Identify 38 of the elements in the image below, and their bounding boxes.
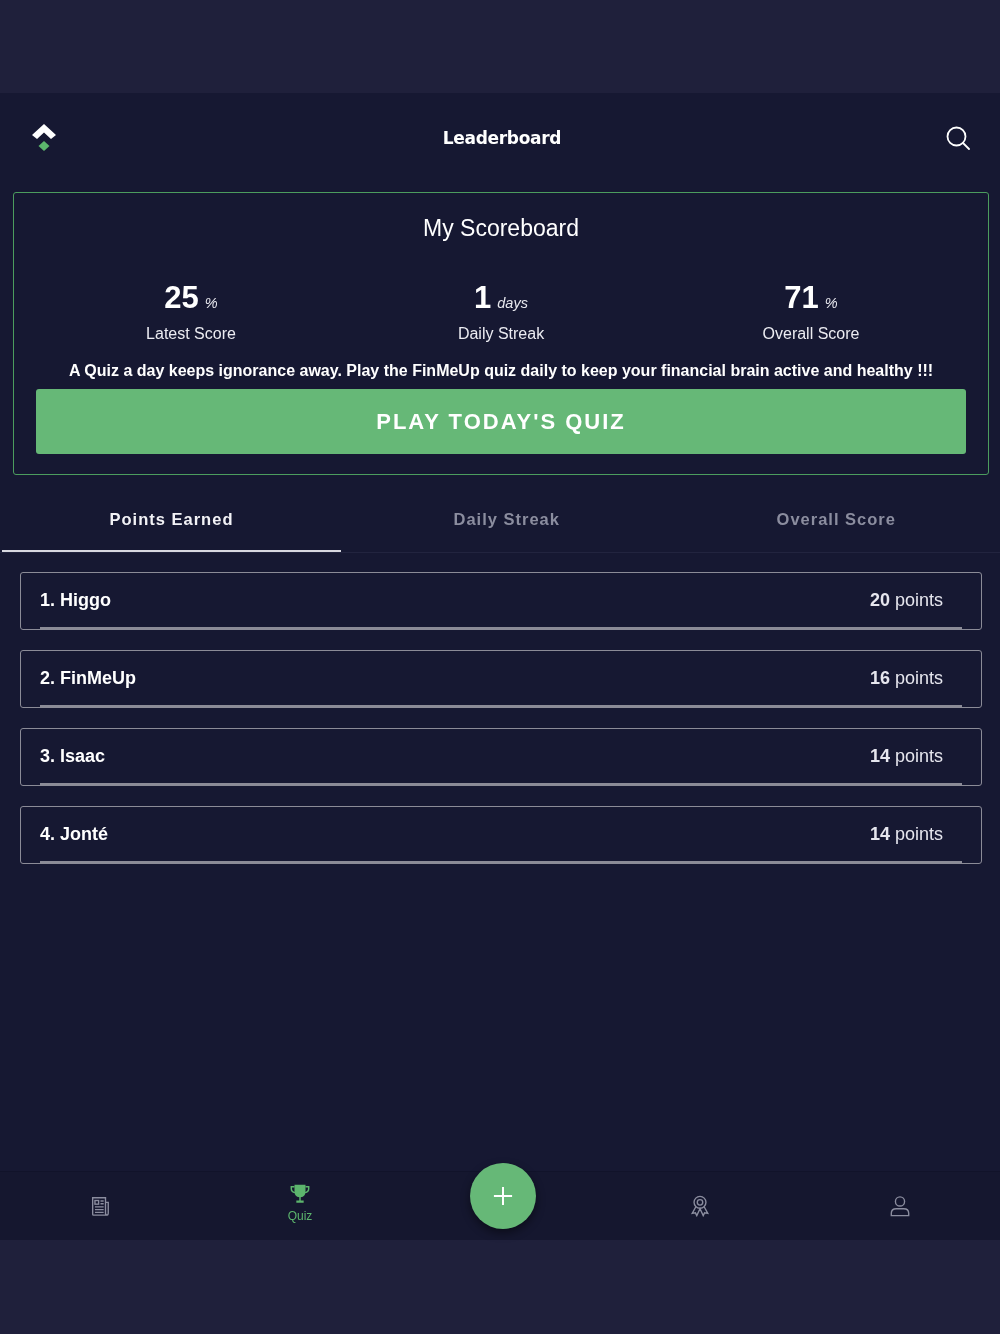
stat-unit: days [497,295,528,311]
player-points: 14 points [869,745,943,767]
stat-label: Daily Streak [457,324,545,344]
player-points: 16 points [869,667,943,689]
leaderboard-row[interactable]: 3. Isaac 14 points [20,728,982,786]
person-icon [889,1195,911,1217]
stat-unit: % [204,295,218,311]
nav-item[interactable] [889,1195,911,1217]
player-name: 1. Higgo [40,589,111,611]
player-name: 4. Jonté [40,823,109,845]
page-title: Leaderboard [442,127,562,148]
logo-icon[interactable] [30,121,58,152]
nav-item[interactable] [89,1195,111,1217]
motivation-message: A Quiz a day keeps ignorance away. Play the FinMeUp quiz daily to keep your financial brain active and healthy !!! [67,361,935,381]
leaderboard-tab[interactable]: Daily Streak [343,488,671,552]
leaderboard-row[interactable]: 1. Higgo 20 points [20,572,982,630]
scoreboard-title: My Scoreboard [422,214,580,243]
player-name: 2. FinMeUp [40,667,136,689]
nav-item[interactable] [689,1195,711,1217]
quiz-nav-item[interactable]: Quiz [287,1183,313,1223]
player-points: 14 points [869,823,943,845]
award-ribbon-icon [689,1195,711,1217]
stat-value: 71 [784,280,819,316]
leaderboard-row[interactable]: 2. FinMeUp 16 points [20,650,982,708]
leaderboard-row[interactable]: 4. Jonté 14 points [20,806,982,864]
plus-icon [493,1186,513,1206]
search-icon[interactable] [946,125,970,150]
stat-label: Overall Score [762,324,860,344]
stat-label: Latest Score [146,324,236,344]
player-name: 3. Isaac [40,745,106,767]
stat-unit: % [824,295,838,311]
stat-value: 1 [474,280,492,316]
newspaper-icon [89,1195,111,1217]
trophy-icon [289,1183,311,1205]
player-points: 20 points [869,589,943,611]
leaderboard-tab[interactable]: Overall Score [672,488,1000,552]
stat-value: 25 [164,280,199,316]
leaderboard-tab[interactable]: Points Earned [2,488,341,552]
